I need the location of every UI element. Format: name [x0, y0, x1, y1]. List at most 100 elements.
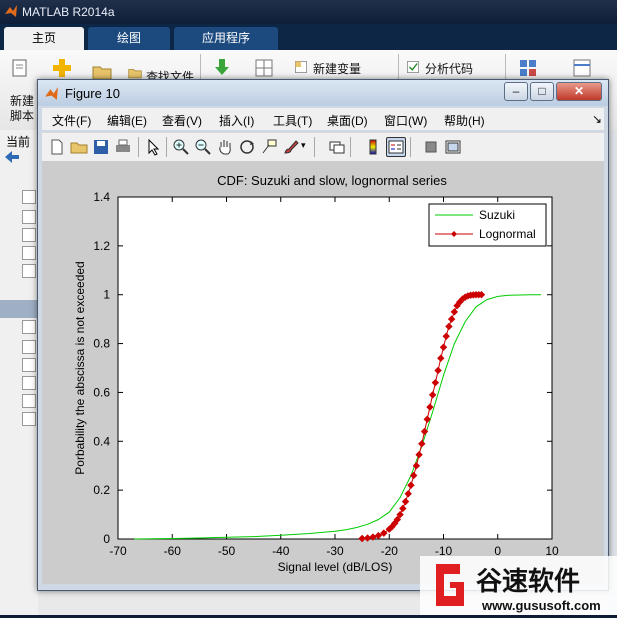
save-workspace-icon[interactable] — [254, 58, 274, 78]
matlab-logo-icon — [45, 87, 58, 100]
file-icon[interactable] — [22, 358, 36, 372]
edit-plot-arrow-icon[interactable] — [144, 138, 162, 156]
y-tick-label: 0.4 — [93, 434, 110, 448]
watermark-brand: 谷速软件 — [476, 566, 580, 596]
current-folder-label: 当前 — [6, 135, 31, 149]
legend[interactable]: Suzuki Lognormal — [428, 203, 547, 247]
new-plus-icon[interactable] — [52, 58, 72, 78]
current-folder-panel: 当前 — [0, 130, 39, 615]
file-icon[interactable] — [22, 210, 36, 224]
menu-desktop[interactable]: 桌面(D) — [327, 112, 368, 129]
back-arrow-icon[interactable] — [4, 150, 20, 164]
figure-title: Figure 10 — [65, 86, 120, 101]
x-tick-label: -50 — [218, 544, 236, 558]
file-icon[interactable] — [22, 246, 36, 260]
file-icon[interactable] — [22, 340, 36, 354]
file-icon[interactable] — [22, 394, 36, 408]
x-tick-label: -40 — [272, 544, 290, 558]
watermark-url: www.gususoft.com — [481, 598, 601, 613]
file-icon[interactable] — [22, 412, 36, 426]
legend-icon[interactable] — [386, 137, 406, 157]
show-plot-tools-icon[interactable] — [444, 138, 462, 156]
layout-icon[interactable] — [518, 58, 538, 78]
legend-label-lognormal: Lognormal — [479, 227, 536, 241]
new-variable-icon[interactable] — [294, 60, 308, 74]
dock-arrow-icon[interactable]: ↘ — [592, 112, 602, 126]
figure-canvas: CDF: Suzuki and slow, lognormal series -… — [42, 161, 604, 584]
file-icon[interactable] — [22, 320, 36, 334]
new-figure-icon[interactable] — [48, 138, 66, 156]
y-axis-label: Porbability the abscissa is not exceeded — [73, 261, 87, 474]
menu-tools[interactable]: 工具(T) — [273, 112, 312, 129]
x-tick-label: -70 — [109, 544, 127, 558]
menu-file[interactable]: 文件(F) — [52, 112, 91, 129]
x-tick-label: -20 — [381, 544, 399, 558]
maximize-button[interactable]: □ — [530, 82, 554, 101]
menu-help[interactable]: 帮助(H) — [444, 112, 485, 129]
toolbar-separator — [350, 137, 351, 157]
menu-edit[interactable]: 编辑(E) — [107, 112, 147, 129]
zoom-in-icon[interactable] — [172, 138, 190, 156]
minimize-button[interactable]: – — [504, 82, 528, 101]
y-tick-label: 0.6 — [93, 385, 110, 399]
close-button[interactable]: ✕ — [556, 82, 602, 101]
analyze-code-label[interactable]: 分析代码 — [425, 60, 473, 77]
new-script-icon[interactable] — [10, 58, 30, 78]
file-icon[interactable] — [22, 376, 36, 390]
file-icon[interactable] — [22, 264, 36, 278]
tab-home[interactable]: 主页 — [4, 27, 84, 50]
watermark: 谷速软件 www.gususoft.com — [420, 556, 617, 615]
x-tick-label: -60 — [164, 544, 182, 558]
matlab-title-bar: MATLAB R2014a — [0, 0, 617, 24]
data-cursor-icon[interactable] — [260, 138, 278, 156]
rotate-3d-icon[interactable] — [238, 138, 256, 156]
file-icon[interactable] — [22, 228, 36, 242]
tab-apps[interactable]: 应用程序 — [174, 27, 278, 50]
zoom-out-icon[interactable] — [194, 138, 212, 156]
brush-icon[interactable] — [282, 138, 300, 156]
import-data-icon[interactable] — [212, 58, 232, 78]
analyze-code-icon[interactable] — [406, 60, 420, 74]
toolbar-separator — [138, 137, 139, 157]
new-script-label-line2[interactable]: 脚本 — [10, 107, 34, 124]
figure-toolbar: ▾ — [42, 132, 604, 161]
figure-window: Figure 10 – □ ✕ 文件(F) 编辑(E) 查看(V) 插入(I) … — [37, 79, 609, 591]
ribbon-tab-bar: 主页 绘图 应用程序 — [0, 24, 617, 50]
find-files-icon[interactable] — [128, 66, 142, 80]
matlab-title: MATLAB R2014a — [22, 5, 115, 19]
y-tick-label: 0.8 — [93, 337, 110, 351]
y-tick-label: 1 — [103, 288, 110, 302]
menu-view[interactable]: 查看(V) — [162, 112, 202, 129]
menu-window[interactable]: 窗口(W) — [384, 112, 427, 129]
toolbar-separator — [314, 137, 315, 157]
file-icon[interactable] — [22, 190, 36, 204]
print-icon[interactable] — [114, 138, 132, 156]
preferences-icon[interactable] — [572, 58, 592, 78]
hide-plot-tools-icon[interactable] — [422, 138, 440, 156]
save-icon[interactable] — [92, 138, 110, 156]
figure-menu-bar: 文件(F) 编辑(E) 查看(V) 插入(I) 工具(T) 桌面(D) 窗口(W… — [42, 108, 604, 130]
plot-svg[interactable]: CDF: Suzuki and slow, lognormal series -… — [42, 161, 604, 584]
y-tick-label: 0.2 — [93, 483, 110, 497]
matlab-logo-icon — [5, 5, 17, 17]
link-plot-icon[interactable] — [328, 138, 346, 156]
new-variable-label[interactable]: 新建变量 — [313, 60, 361, 77]
selected-file-row[interactable] — [0, 300, 38, 318]
legend-label-suzuki: Suzuki — [479, 208, 515, 222]
y-tick-label: 1.4 — [93, 190, 110, 204]
chart-title: CDF: Suzuki and slow, lognormal series — [217, 173, 447, 188]
y-tick-label: 1.2 — [93, 239, 110, 253]
toolbar-separator — [410, 137, 411, 157]
x-axis-label: Signal level (dB/LOS) — [278, 560, 393, 574]
plot-area[interactable] — [117, 196, 553, 540]
tab-plots[interactable]: 绘图 — [88, 27, 170, 50]
open-file-icon[interactable] — [70, 138, 88, 156]
watermark-logo-icon: 谷速软件 www.gususoft.com — [420, 556, 617, 615]
brush-dropdown-icon[interactable]: ▾ — [301, 140, 306, 151]
pan-hand-icon[interactable] — [216, 138, 234, 156]
figure-title-bar[interactable]: Figure 10 – □ ✕ — [38, 80, 608, 106]
x-tick-label: -30 — [326, 544, 344, 558]
y-tick-label: 0 — [103, 532, 110, 546]
colorbar-icon[interactable] — [364, 138, 382, 156]
menu-insert[interactable]: 插入(I) — [219, 112, 254, 129]
